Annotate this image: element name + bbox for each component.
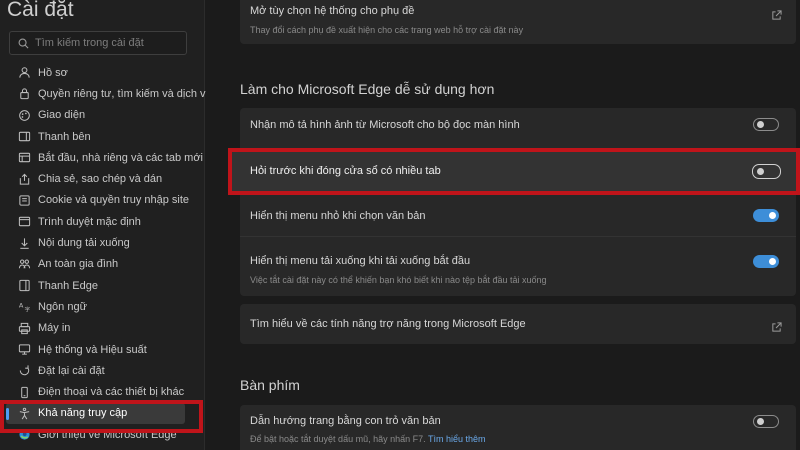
- accessibility-card: [240, 108, 796, 296]
- sidebar-icon: [18, 130, 31, 143]
- search-box[interactable]: [9, 31, 187, 55]
- svg-text:A: A: [19, 302, 24, 310]
- learn-more-link[interactable]: Tìm hiểu thêm: [428, 434, 486, 444]
- printer-icon: [18, 322, 31, 335]
- caret-browsing-toggle[interactable]: [753, 415, 779, 428]
- sidebar-item[interactable]: Máy in: [0, 318, 205, 339]
- search-icon: [18, 38, 29, 49]
- sidebar-item[interactable]: Giới thiệu về Microsoft Edge: [0, 424, 205, 445]
- caret-browsing-desc: Để bật hoặc tắt duyệt dấu mũ, hãy nhấn F…: [250, 434, 486, 444]
- sidebar-item-label: Hồ sơ: [38, 66, 68, 79]
- caret-browsing-row: Dẫn hướng trang bằng con trỏ văn bản Để …: [240, 405, 796, 450]
- download-menu-desc: Việc tắt cài đặt này có thể khiến bạn kh…: [250, 275, 547, 285]
- sidebar-item[interactable]: Hồ sơ: [0, 62, 205, 83]
- sidebar-item[interactable]: Điện thoại và các thiết bị khác: [0, 381, 205, 402]
- appearance-icon: [18, 109, 31, 122]
- sidebar-item-label: Quyền riêng tư, tìm kiếm và dịch vụ: [38, 87, 212, 100]
- sidebar-item-label: Thanh Edge: [38, 279, 98, 292]
- search-input[interactable]: [35, 37, 185, 49]
- row-divider: [240, 236, 796, 237]
- mini-menu-toggle[interactable]: [753, 209, 779, 222]
- caret-browsing-label: Dẫn hướng trang bằng con trỏ văn bản: [250, 415, 441, 427]
- system-icon: [18, 343, 31, 356]
- sidebar-item-label: Khả năng truy cập: [38, 407, 128, 420]
- captions-row[interactable]: Mở tùy chọn hệ thống cho phụ đề Thay đổi…: [240, 0, 796, 44]
- cookie-icon: [18, 194, 31, 207]
- profile-icon: [18, 66, 31, 79]
- share-icon: [18, 173, 31, 186]
- sidebar-nav: Hồ sơ Quyền riêng tư, tìm kiếm và dịch vụ…: [0, 62, 212, 445]
- lock-icon: [18, 87, 31, 100]
- sidebar-item[interactable]: Nội dung tải xuống: [0, 232, 205, 253]
- sidebar-item[interactable]: Cookie và quyền truy nhập site: [0, 190, 205, 211]
- ask-before-close-toggle[interactable]: [752, 164, 781, 179]
- edge-icon: [18, 428, 31, 441]
- edge-bar-icon: [18, 279, 31, 292]
- image-descriptions-label: Nhận mô tả hình ảnh từ Microsoft cho bộ …: [250, 119, 520, 131]
- settings-sidebar: Cài đặt Hồ sơ Quyền riêng tư, tìm kiếm và…: [0, 0, 212, 450]
- ask-before-close-label: Hỏi trước khi đóng cửa sổ có nhiều tab: [250, 165, 441, 177]
- sidebar-item[interactable]: Hệ thống và Hiệu suất: [0, 339, 205, 360]
- sidebar-item[interactable]: Thanh bên: [0, 126, 205, 147]
- sidebar-item-label: Đặt lại cài đặt: [38, 364, 105, 377]
- learn-more-label: Tìm hiểu về các tính năng trợ năng trong…: [250, 318, 526, 330]
- family-icon: [18, 258, 31, 271]
- sidebar-item[interactable]: Quyền riêng tư, tìm kiếm và dịch vụ: [0, 83, 212, 104]
- sidebar-item-label: Bắt đầu, nhà riêng và các tab mới: [38, 151, 203, 164]
- download-menu-label: Hiển thị menu tải xuống khi tải xuống bắ…: [250, 255, 471, 267]
- reset-icon: [18, 364, 31, 377]
- sidebar-item[interactable]: Bắt đầu, nhà riêng và các tab mới: [0, 147, 205, 168]
- browser-icon: [18, 215, 31, 228]
- sidebar-item[interactable]: Thanh Edge: [0, 275, 205, 296]
- mini-menu-label: Hiển thị menu nhỏ khi chọn văn bản: [250, 210, 426, 222]
- sidebar-item[interactable]: Giao diện: [0, 105, 205, 126]
- captions-title: Mở tùy chọn hệ thống cho phụ đề: [250, 5, 415, 17]
- svg-text:字: 字: [25, 306, 31, 313]
- section-heading-keyboard: Bàn phím: [240, 377, 300, 393]
- external-link-icon[interactable]: [771, 318, 782, 332]
- sidebar-item-label: Máy in: [38, 322, 71, 335]
- caret-browsing-desc-text: Để bật hoặc tắt duyệt dấu mũ, hãy nhấn F…: [250, 434, 426, 444]
- sidebar-item-label: Cookie và quyền truy nhập site: [38, 194, 190, 207]
- sidebar-item-label: Giao diện: [38, 109, 86, 122]
- sidebar-item[interactable]: Trình duyệt mặc định: [0, 211, 205, 232]
- external-link-icon[interactable]: [771, 6, 782, 20]
- image-descriptions-toggle[interactable]: [753, 118, 779, 131]
- download-menu-toggle[interactable]: [753, 255, 779, 268]
- sidebar-item-label: Giới thiệu về Microsoft Edge: [38, 428, 177, 441]
- section-heading-easier: Làm cho Microsoft Edge dễ sử dụng hơn: [240, 81, 495, 97]
- sidebar-item-label: Hệ thống và Hiệu suất: [38, 343, 147, 356]
- sidebar-item[interactable]: Chia sẻ, sao chép và dán: [0, 168, 205, 189]
- phone-icon: [18, 386, 31, 399]
- sidebar-item-label: An toàn gia đình: [38, 258, 119, 271]
- sidebar-item-label: Ngôn ngữ: [38, 300, 87, 313]
- learn-more-row[interactable]: Tìm hiểu về các tính năng trợ năng trong…: [240, 304, 796, 344]
- sidebar-item-label: Điện thoại và các thiết bị khác: [38, 386, 185, 399]
- language-icon: A字: [18, 300, 31, 314]
- sidebar-item[interactable]: Đặt lại cài đặt: [0, 360, 205, 381]
- sidebar-item-label: Nội dung tải xuống: [38, 237, 130, 250]
- sidebar-item[interactable]: An toàn gia đình: [0, 254, 205, 275]
- sidebar-item[interactable]: A 字 Ngôn ngữ: [0, 296, 205, 317]
- settings-title: Cài đặt: [7, 0, 74, 21]
- sidebar-item-label: Chia sẻ, sao chép và dán: [38, 173, 163, 186]
- home-icon: [18, 151, 31, 164]
- sidebar-item-label: Thanh bên: [38, 130, 91, 143]
- download-icon: [18, 237, 31, 250]
- captions-desc: Thay đổi cách phụ đề xuất hiện cho các t…: [250, 25, 524, 35]
- sidebar-item-label: Trình duyệt mặc định: [38, 215, 141, 228]
- main-panel: Mở tùy chọn hệ thống cho phụ đề Thay đổi…: [206, 0, 800, 450]
- sidebar-item[interactable]: Khả năng truy cập: [6, 402, 185, 425]
- accessibility-icon: [18, 407, 31, 420]
